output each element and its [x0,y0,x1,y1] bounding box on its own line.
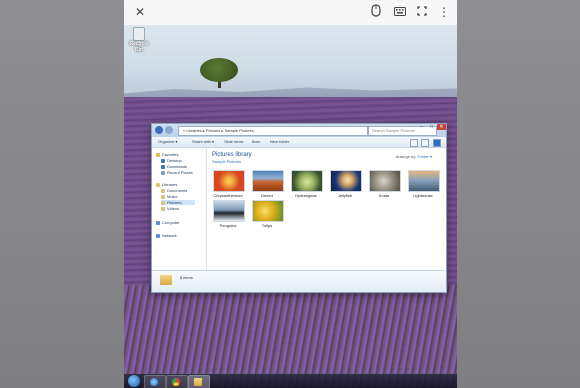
desktop-icon [161,158,165,163]
minimize-icon[interactable]: – [417,124,426,130]
recycle-bin-icon [133,27,145,41]
videos-icon [161,206,165,211]
pictures-icon [161,200,165,205]
nav-favorites[interactable]: Favorites [156,152,178,157]
navigation-pane: Favorites Desktop Downloads Recent Place… [152,148,207,270]
nav-pictures[interactable]: Pictures [161,200,196,205]
chrome-icon [172,378,180,386]
thumbnail[interactable]: Chrysanthemum [213,170,245,198]
right-margin [457,0,580,388]
taskbar-item[interactable] [188,375,210,388]
organize-button[interactable]: Organize ▾ [158,137,177,147]
thumbnail-label: Chrysanthemum [213,193,243,198]
forward-arrow-icon[interactable] [165,126,173,134]
taskbar-item[interactable] [166,375,188,388]
remote-desktop-screen[interactable]: Recycle Bin « Libraries ▸ Pictures ▸ Sam… [124,25,457,388]
nav-documents[interactable]: Documents [161,188,187,193]
address-bar[interactable]: « Libraries ▸ Pictures ▸ Sample Pictures [178,126,368,136]
explorer-folder-icon [194,378,202,386]
fullscreen-icon[interactable] [414,4,430,20]
thumbnail-label: Jellyfish [337,193,353,198]
library-subtitle[interactable]: Sample Pictures [212,159,241,164]
nav-computer[interactable]: Computer [156,220,180,225]
thumbnail-label: Penguins [219,223,237,228]
details-pane: 8 items [152,270,446,292]
items-count: 8 items [180,275,193,280]
burn-button[interactable]: Burn [252,137,260,147]
thumbnail[interactable]: Jellyfish [330,170,362,198]
thumbnail-image [408,170,440,192]
arrange-by-dropdown[interactable]: Folder ▾ [418,154,432,159]
nav-recent-places[interactable]: Recent Places [161,170,193,175]
maximize-icon[interactable]: □ [427,124,436,130]
explorer-titlebar: « Libraries ▸ Pictures ▸ Sample Pictures… [152,124,446,137]
thumbnail[interactable]: Tulips [252,200,284,228]
mouse-icon[interactable] [368,4,384,20]
thumbnail[interactable]: Penguins [213,200,245,228]
more-vertical-icon[interactable]: ⋮ [436,4,452,20]
libraries-icon [156,182,160,187]
back-arrow-icon[interactable] [155,126,163,134]
recycle-bin-label: Recycle Bin [129,41,149,53]
computer-icon [156,220,160,225]
network-icon [156,233,160,238]
thumbnail-label: Hydrangeas [295,193,317,198]
music-icon [161,194,165,199]
window-close-icon[interactable]: ✕ [437,124,446,130]
internet-explorer-icon [150,378,158,386]
keyboard-icon[interactable] [392,4,408,20]
nav-videos[interactable]: Videos [161,206,179,211]
thumbnail-image [213,200,245,222]
thumbnail-label: Koala [378,193,390,198]
close-icon[interactable]: ✕ [132,4,148,20]
arrange-by[interactable]: Arrange by: Folder ▾ [396,154,432,159]
thumbnail-image [369,170,401,192]
explorer-window[interactable]: « Libraries ▸ Pictures ▸ Sample Pictures… [151,123,447,293]
thumbnail[interactable]: Koala [369,170,401,198]
help-icon[interactable] [433,139,441,147]
nav-downloads[interactable]: Downloads [161,164,187,169]
library-title: Pictures library [212,152,252,158]
preview-pane-icon[interactable] [421,139,429,147]
taskbar-item[interactable] [144,375,166,388]
left-margin [0,0,124,388]
thumbnail-image [291,170,323,192]
star-icon [156,152,160,157]
nav-network[interactable]: Network [156,233,177,238]
nav-music[interactable]: Music [161,194,177,199]
thumbnail[interactable]: Lighthouse [408,170,440,198]
nav-desktop[interactable]: Desktop [161,158,182,163]
thumbnail[interactable]: Hydrangeas [291,170,323,198]
share-with-button[interactable]: Share with ▾ [192,137,214,147]
wallpaper-lavender-foreground [124,285,457,388]
thumbnail-image [330,170,362,192]
explorer-command-bar: Organize ▾ Share with ▾ Slide show Burn … [152,137,446,148]
thumbnail-label: Desert [261,193,273,198]
windows-start-icon[interactable] [128,375,140,387]
slide-show-button[interactable]: Slide show [224,137,243,147]
remote-toolbar: ✕ ⋮ [124,0,457,25]
nav-libraries[interactable]: Libraries [156,182,177,187]
downloads-icon [161,164,165,169]
file-list-pane: Pictures library Sample Pictures Arrange… [207,148,446,270]
thumbnail-image [252,200,284,222]
thumbnail-label: Lighthouse [413,193,433,198]
thumbnail-image [252,170,284,192]
thumbnail-label: Tulips [261,223,273,228]
documents-icon [161,188,165,193]
wallpaper-tree [200,58,238,82]
recent-places-icon [161,170,165,175]
taskbar [124,374,457,388]
thumbnail[interactable]: Desert [252,170,284,198]
thumbnail-image [213,170,245,192]
new-folder-button[interactable]: New folder [270,137,289,147]
view-options-icon[interactable] [410,139,418,147]
recycle-bin-desktop-icon[interactable]: Recycle Bin [126,27,152,53]
folder-icon [160,275,172,285]
